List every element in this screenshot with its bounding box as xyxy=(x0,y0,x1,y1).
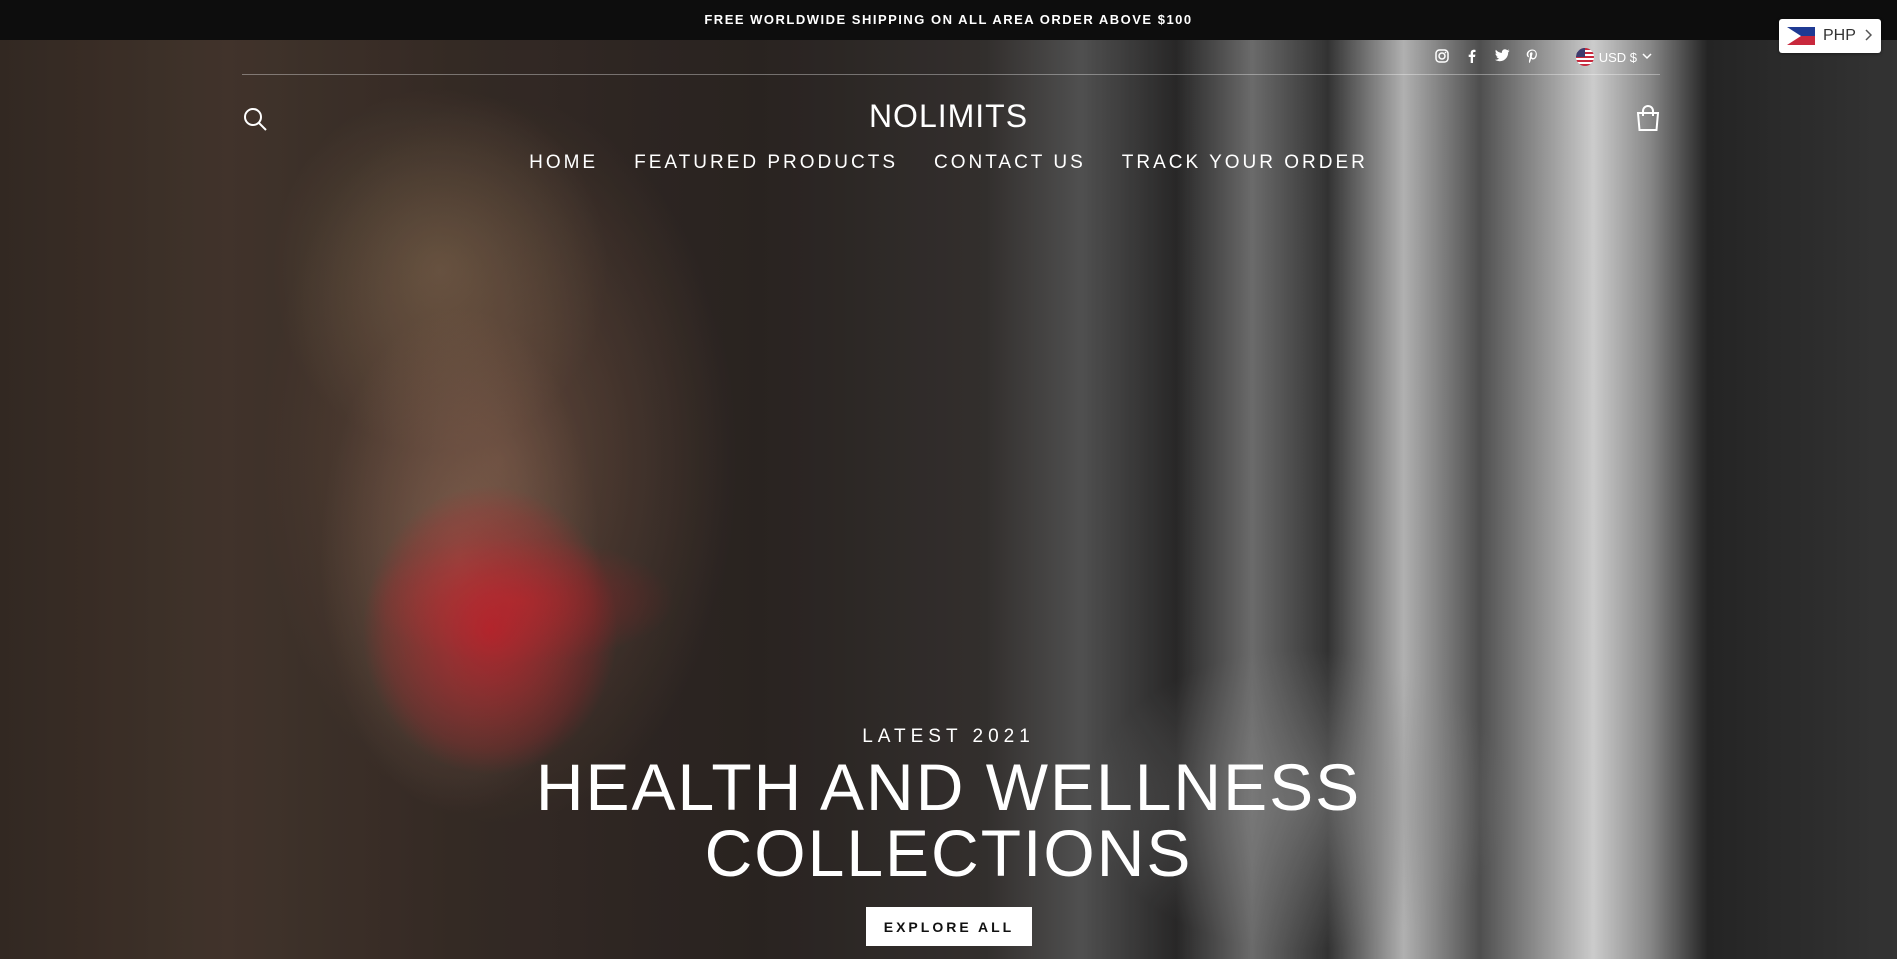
us-flag-icon xyxy=(1575,48,1594,66)
announcement-bar: FREE WORLDWIDE SHIPPING ON ALL AREA ORDE… xyxy=(0,0,1897,40)
currency-selector[interactable]: USD $ xyxy=(1575,40,1652,74)
currency-switcher-label: PHP xyxy=(1823,27,1856,44)
currency-label: USD $ xyxy=(1598,49,1637,65)
site-logo[interactable]: NOLIMITS xyxy=(0,98,1897,135)
chevron-right-icon xyxy=(1864,28,1872,44)
twitter-icon[interactable] xyxy=(1494,49,1510,65)
pinterest-icon[interactable] xyxy=(1524,49,1540,66)
nav-featured-products[interactable]: FEATURED PRODUCTS xyxy=(634,152,898,174)
utility-bar: USD $ xyxy=(242,40,1660,75)
main-nav: HOME FEATURED PRODUCTS CONTACT US TRACK … xyxy=(0,152,1897,174)
nav-track-your-order[interactable]: TRACK YOUR ORDER xyxy=(1122,152,1368,174)
instagram-icon[interactable] xyxy=(1434,48,1450,66)
currency-switcher-widget[interactable]: PHP xyxy=(1779,19,1881,53)
social-links xyxy=(1434,40,1540,74)
nav-home[interactable]: HOME xyxy=(529,152,598,174)
cart-icon[interactable] xyxy=(1634,104,1662,132)
nav-contact-us[interactable]: CONTACT US xyxy=(934,152,1086,174)
hero-eyebrow: LATEST 2021 xyxy=(862,726,1035,747)
explore-all-button[interactable]: EXPLORE ALL xyxy=(866,907,1032,946)
facebook-icon[interactable] xyxy=(1464,49,1480,66)
chevron-down-icon xyxy=(1642,52,1652,63)
hero-headline: HEALTH AND WELLNESS COLLECTIONS xyxy=(0,754,1897,886)
hero-headline-line1: HEALTH AND WELLNESS xyxy=(535,750,1362,824)
hero-headline-line2: COLLECTIONS xyxy=(704,816,1193,890)
philippines-flag-icon xyxy=(1787,27,1815,45)
